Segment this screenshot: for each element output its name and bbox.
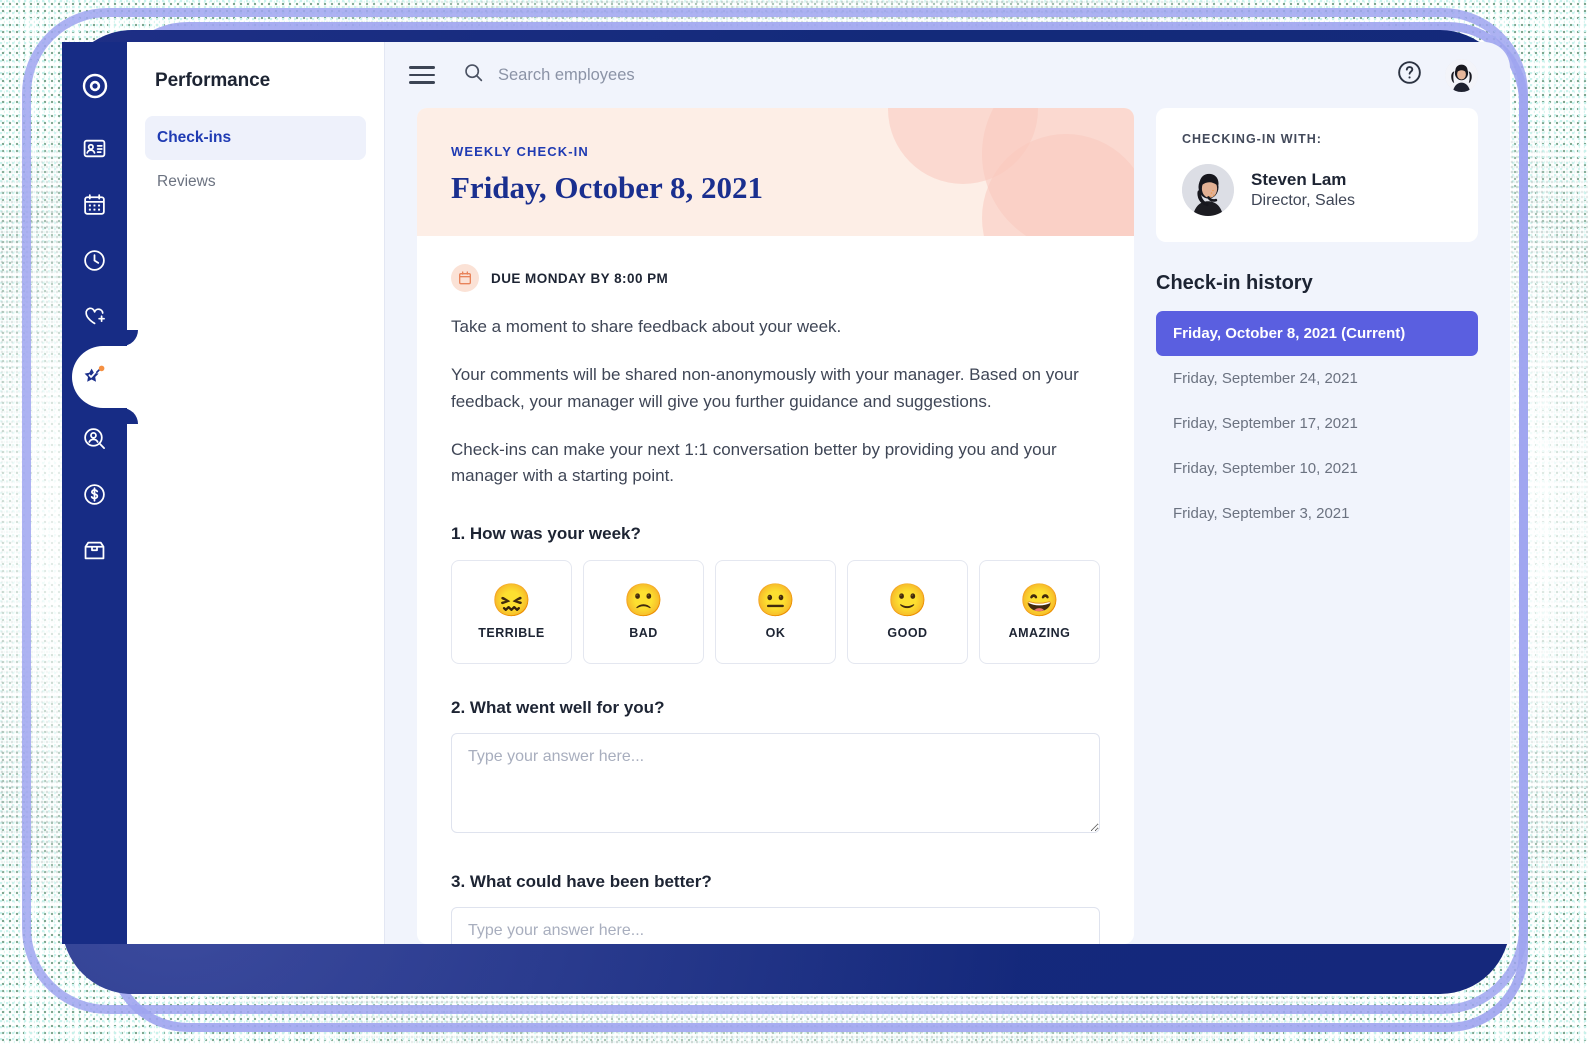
question-2-title: 2. What went well for you? — [451, 697, 665, 717]
banner-eyebrow: WEEKLY CHECK-IN — [451, 144, 589, 159]
sidebar-item-calendar[interactable] — [69, 178, 121, 230]
checkin-form-card: WEEKLY CHECK-IN Friday, October 8, 2021 — [417, 108, 1134, 944]
checking-in-with-card: CHECKING-IN WITH: Steven Lam Director, S… — [1156, 108, 1478, 242]
confounded-face-icon: 😖 — [491, 581, 532, 618]
mood-option-amazing[interactable]: 😄 AMAZING — [979, 559, 1100, 664]
mood-option-ok[interactable]: 😐 OK — [715, 559, 836, 664]
mood-option-good[interactable]: 🙂 GOOD — [847, 559, 968, 664]
slightly-smiling-face-icon: 🙂 — [887, 581, 928, 618]
top-bar — [385, 42, 1510, 108]
mood-options: 😖 TERRIBLE 🙁 BAD 😐 OK 🙂 GOOD 😄 AMAZING — [451, 559, 1100, 664]
history-title: Check-in history — [1156, 272, 1313, 294]
checkin-body: DUE MONDAY BY 8:00 PM Take a moment to s… — [417, 236, 1134, 944]
manager-avatar — [1182, 164, 1234, 216]
history-item[interactable]: Friday, September 17, 2021 — [1156, 401, 1478, 446]
question-2-input[interactable] — [451, 732, 1100, 833]
manager-row: Steven Lam Director, Sales — [1182, 164, 1452, 216]
sidebar-item-benefits[interactable] — [69, 290, 121, 342]
sidebar-item-apps[interactable] — [69, 524, 121, 576]
frowning-face-icon: 🙁 — [623, 581, 664, 618]
hamburger-icon[interactable] — [409, 66, 435, 84]
sidebar-item-directory[interactable] — [69, 122, 121, 174]
heart-plus-icon — [82, 303, 108, 329]
grinning-face-icon: 😄 — [1019, 581, 1060, 618]
question-1-title: 1. How was your week? — [451, 523, 641, 543]
mood-option-bad[interactable]: 🙁 BAD — [583, 559, 704, 664]
question-3-title: 3. What could have been better? — [451, 871, 712, 891]
page-title: Performance — [155, 70, 271, 91]
content-area: WEEKLY CHECK-IN Friday, October 8, 2021 — [385, 108, 1510, 944]
question-3-input[interactable] — [451, 906, 1100, 944]
mood-label: BAD — [629, 625, 658, 640]
search-icon — [463, 62, 484, 88]
clock-icon — [82, 248, 107, 273]
calendar-icon — [82, 192, 107, 217]
sidebar-item-recruiting[interactable] — [69, 412, 121, 464]
app-logo-icon[interactable] — [69, 60, 121, 112]
calendar-icon — [451, 264, 479, 292]
section-panel: Performance Check-ins Reviews — [127, 42, 385, 944]
intro-paragraph-2: Your comments will be shared non-anonymo… — [451, 365, 1079, 411]
section-nav: Check-ins Reviews — [145, 116, 366, 204]
search-area — [463, 62, 1396, 88]
intro-paragraph-3: Check-ins can make your next 1:1 convers… — [451, 440, 1057, 486]
question-circle-icon[interactable] — [1396, 59, 1423, 91]
manager-role: Director, Sales — [1251, 192, 1356, 209]
manager-info: Steven Lam Director, Sales — [1251, 170, 1355, 210]
top-bar-actions — [1396, 58, 1478, 92]
dollar-circle-icon — [82, 482, 107, 507]
history-item-current[interactable]: Friday, October 8, 2021 (Current) — [1156, 311, 1478, 356]
checkin-sidebar: CHECKING-IN WITH: Steven Lam Director, S… — [1156, 108, 1478, 944]
icon-rail — [62, 42, 138, 944]
checking-in-with-label: CHECKING-IN WITH: — [1182, 132, 1322, 146]
star-sparkle-icon — [79, 362, 109, 392]
mood-option-terrible[interactable]: 😖 TERRIBLE — [451, 559, 572, 664]
mood-label: GOOD — [887, 625, 928, 640]
history-item[interactable]: Friday, September 10, 2021 — [1156, 446, 1478, 491]
mood-label: TERRIBLE — [478, 625, 545, 640]
person-search-icon — [82, 426, 107, 451]
neutral-face-icon: 😐 — [755, 581, 796, 618]
sidebar-item-payroll[interactable] — [69, 468, 121, 520]
due-text: DUE MONDAY BY 8:00 PM — [491, 270, 669, 286]
due-row: DUE MONDAY BY 8:00 PM — [451, 264, 1100, 292]
main-region: WEEKLY CHECK-IN Friday, October 8, 2021 — [385, 42, 1510, 944]
avatar[interactable] — [1445, 58, 1478, 92]
history-list: Friday, October 8, 2021 (Current) Friday… — [1156, 311, 1478, 536]
checkin-banner: WEEKLY CHECK-IN Friday, October 8, 2021 — [417, 108, 1134, 236]
history-item[interactable]: Friday, September 24, 2021 — [1156, 356, 1478, 401]
mood-label: AMAZING — [1008, 625, 1071, 640]
sidebar-item-check-ins[interactable]: Check-ins — [145, 116, 366, 160]
sidebar-item-time[interactable] — [69, 234, 121, 286]
manager-name: Steven Lam — [1251, 170, 1347, 189]
intro-paragraph-1: Take a moment to share feedback about yo… — [451, 317, 842, 336]
search-input[interactable] — [498, 65, 898, 85]
id-card-icon — [82, 136, 107, 161]
mood-label: OK — [765, 625, 786, 640]
store-icon — [82, 538, 107, 563]
app-window: Performance Check-ins Reviews Search emp… — [62, 42, 1510, 944]
sidebar-item-reviews[interactable]: Reviews — [145, 160, 366, 204]
history-item[interactable]: Friday, September 3, 2021 — [1156, 491, 1478, 536]
checkin-date: Friday, October 8, 2021 — [451, 170, 763, 205]
sidebar-item-performance[interactable] — [62, 330, 138, 424]
